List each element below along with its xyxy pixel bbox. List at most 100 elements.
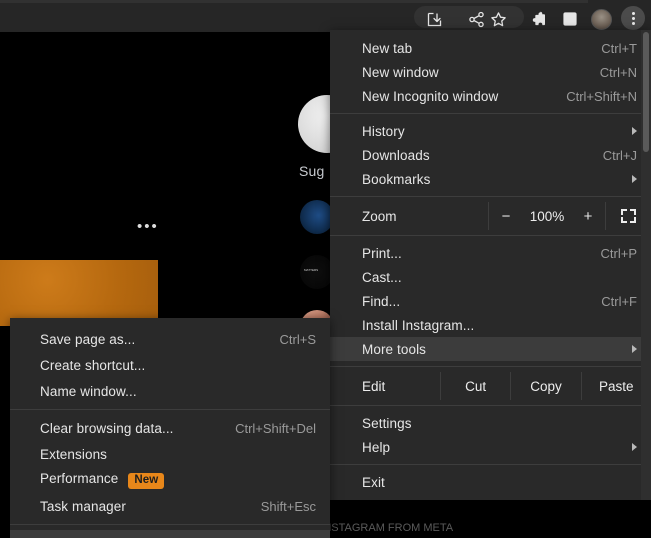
menu-item-history[interactable]: History xyxy=(330,119,651,143)
menu-item-label: History xyxy=(362,123,405,139)
chrome-menu-icon[interactable] xyxy=(621,6,645,30)
browser-window: ••• Sug MATTERS t · Help · Press · API ·… xyxy=(0,0,651,538)
menu-item-shortcut: Ctrl+J xyxy=(602,147,637,163)
menu-separator xyxy=(10,409,330,410)
copy-button[interactable]: Copy xyxy=(511,372,580,400)
menu-item-new-tab[interactable]: New tab Ctrl+T xyxy=(330,36,651,60)
menu-item-bookmarks[interactable]: Bookmarks xyxy=(330,167,651,191)
menu-item-label: Exit xyxy=(362,474,385,490)
menu-item-new-window[interactable]: New window Ctrl+N xyxy=(330,60,651,84)
menu-item-label: Settings xyxy=(362,415,412,431)
menu-separator xyxy=(330,235,651,236)
menu-item-label: Cast... xyxy=(362,269,402,285)
menu-item-task-manager[interactable]: Task manager Shift+Esc xyxy=(10,493,330,519)
zoom-controls: − 100% + xyxy=(489,202,605,230)
menu-item-find[interactable]: Find... Ctrl+F xyxy=(330,289,651,313)
menu-item-shortcut: Shift+Esc xyxy=(260,498,316,514)
menu-item-label: Save page as... xyxy=(40,331,136,347)
menu-item-label: Create shortcut... xyxy=(40,357,146,373)
menu-item-downloads[interactable]: Downloads Ctrl+J xyxy=(330,143,651,167)
menu-item-shortcut: Ctrl+P xyxy=(600,245,637,261)
menu-item-shortcut: Ctrl+Shift+Del xyxy=(235,420,316,436)
chevron-right-icon xyxy=(632,127,637,135)
scrollbar-thumb[interactable] xyxy=(643,32,649,152)
menu-item-label: Extensions xyxy=(40,446,108,462)
menu-dot xyxy=(631,21,635,25)
menu-separator xyxy=(330,196,651,197)
menu-item-label: Task manager xyxy=(40,498,126,514)
zoom-in-button[interactable]: + xyxy=(578,208,599,225)
menu-dot xyxy=(631,11,635,15)
menu-item-edit-row: Edit Cut Copy Paste xyxy=(330,372,651,400)
menu-item-cast[interactable]: Cast... xyxy=(330,265,651,289)
post-more-options-icon[interactable]: ••• xyxy=(137,219,159,234)
menu-item-developer-tools[interactable]: Developer tools Ctrl+Shift+I xyxy=(10,530,330,538)
menu-item-print[interactable]: Print... Ctrl+P xyxy=(330,241,651,265)
edit-label: Edit xyxy=(362,378,386,394)
menu-separator xyxy=(330,464,651,465)
menu-scrollbar[interactable] xyxy=(641,30,651,500)
menu-item-help[interactable]: Help xyxy=(330,435,651,459)
bookmark-star-icon[interactable] xyxy=(489,10,507,28)
performance-text: Performance xyxy=(40,471,119,486)
menu-item-shortcut: Ctrl+F xyxy=(601,293,637,309)
menu-item-shortcut: Ctrl+N xyxy=(599,64,637,80)
menu-item-label: Performance New xyxy=(40,471,316,489)
suggested-account-avatar[interactable]: MATTERS xyxy=(300,255,334,289)
browser-toolbar xyxy=(0,0,651,32)
menu-item-label: New Incognito window xyxy=(362,88,499,104)
menu-separator xyxy=(330,366,651,367)
chevron-right-icon xyxy=(632,345,637,353)
menu-item-shortcut: Ctrl+Shift+N xyxy=(566,88,637,104)
tab-strip-edge xyxy=(0,0,588,3)
menu-separator xyxy=(10,524,330,525)
chevron-right-icon xyxy=(632,443,637,451)
menu-item-extensions[interactable]: Extensions xyxy=(10,441,330,467)
menu-item-performance[interactable]: Performance New xyxy=(10,467,330,493)
suggestions-heading: Sug xyxy=(299,163,325,179)
zoom-level-value: 100% xyxy=(529,208,565,224)
menu-item-shortcut: Ctrl+T xyxy=(601,40,637,56)
menu-item-label: New tab xyxy=(362,40,413,56)
side-panel-icon[interactable] xyxy=(561,10,579,28)
menu-item-label: Downloads xyxy=(362,147,430,163)
menu-separator xyxy=(330,405,651,406)
menu-item-zoom: Zoom − 100% + xyxy=(330,202,651,230)
menu-item-install-instagram[interactable]: Install Instagram... xyxy=(330,313,651,337)
menu-separator xyxy=(330,113,651,114)
menu-item-label: Name window... xyxy=(40,383,137,399)
menu-item-label: Clear browsing data... xyxy=(40,420,174,436)
menu-item-shortcut: Ctrl+S xyxy=(279,331,316,347)
extensions-puzzle-icon[interactable] xyxy=(529,10,547,28)
chevron-right-icon xyxy=(632,175,637,183)
post-image[interactable] xyxy=(0,260,158,326)
menu-item-label: Help xyxy=(362,439,391,455)
new-badge: New xyxy=(128,473,165,489)
menu-item-label: Print... xyxy=(362,245,402,261)
zoom-label: Zoom xyxy=(362,208,397,224)
cut-button[interactable]: Cut xyxy=(441,372,510,400)
menu-item-name-window[interactable]: Name window... xyxy=(10,378,330,404)
chrome-main-menu: New tab Ctrl+T New window Ctrl+N New Inc… xyxy=(330,30,651,500)
fullscreen-icon xyxy=(621,209,636,223)
menu-item-clear-browsing-data[interactable]: Clear browsing data... Ctrl+Shift+Del xyxy=(10,415,330,441)
suggested-account-avatar[interactable] xyxy=(300,200,334,234)
install-app-icon[interactable] xyxy=(425,10,443,28)
menu-item-new-incognito-window[interactable]: New Incognito window Ctrl+Shift+N xyxy=(330,84,651,108)
menu-item-more-tools[interactable]: More tools xyxy=(330,337,651,361)
menu-item-settings[interactable]: Settings xyxy=(330,411,651,435)
menu-item-exit[interactable]: Exit xyxy=(330,470,651,494)
share-icon[interactable] xyxy=(467,10,485,28)
menu-item-label: Bookmarks xyxy=(362,171,431,187)
avatar-caption: MATTERS xyxy=(304,268,319,272)
menu-item-label: New window xyxy=(362,64,439,80)
zoom-out-button[interactable]: − xyxy=(496,208,517,225)
menu-dot xyxy=(631,16,635,20)
more-tools-submenu: Save page as... Ctrl+S Create shortcut..… xyxy=(10,318,330,538)
menu-item-label: More tools xyxy=(362,341,427,357)
menu-item-label: Install Instagram... xyxy=(362,317,475,333)
menu-item-create-shortcut[interactable]: Create shortcut... xyxy=(10,352,330,378)
menu-item-label: Find... xyxy=(362,293,401,309)
profile-avatar[interactable] xyxy=(591,9,612,30)
menu-item-save-page-as[interactable]: Save page as... Ctrl+S xyxy=(10,326,330,352)
